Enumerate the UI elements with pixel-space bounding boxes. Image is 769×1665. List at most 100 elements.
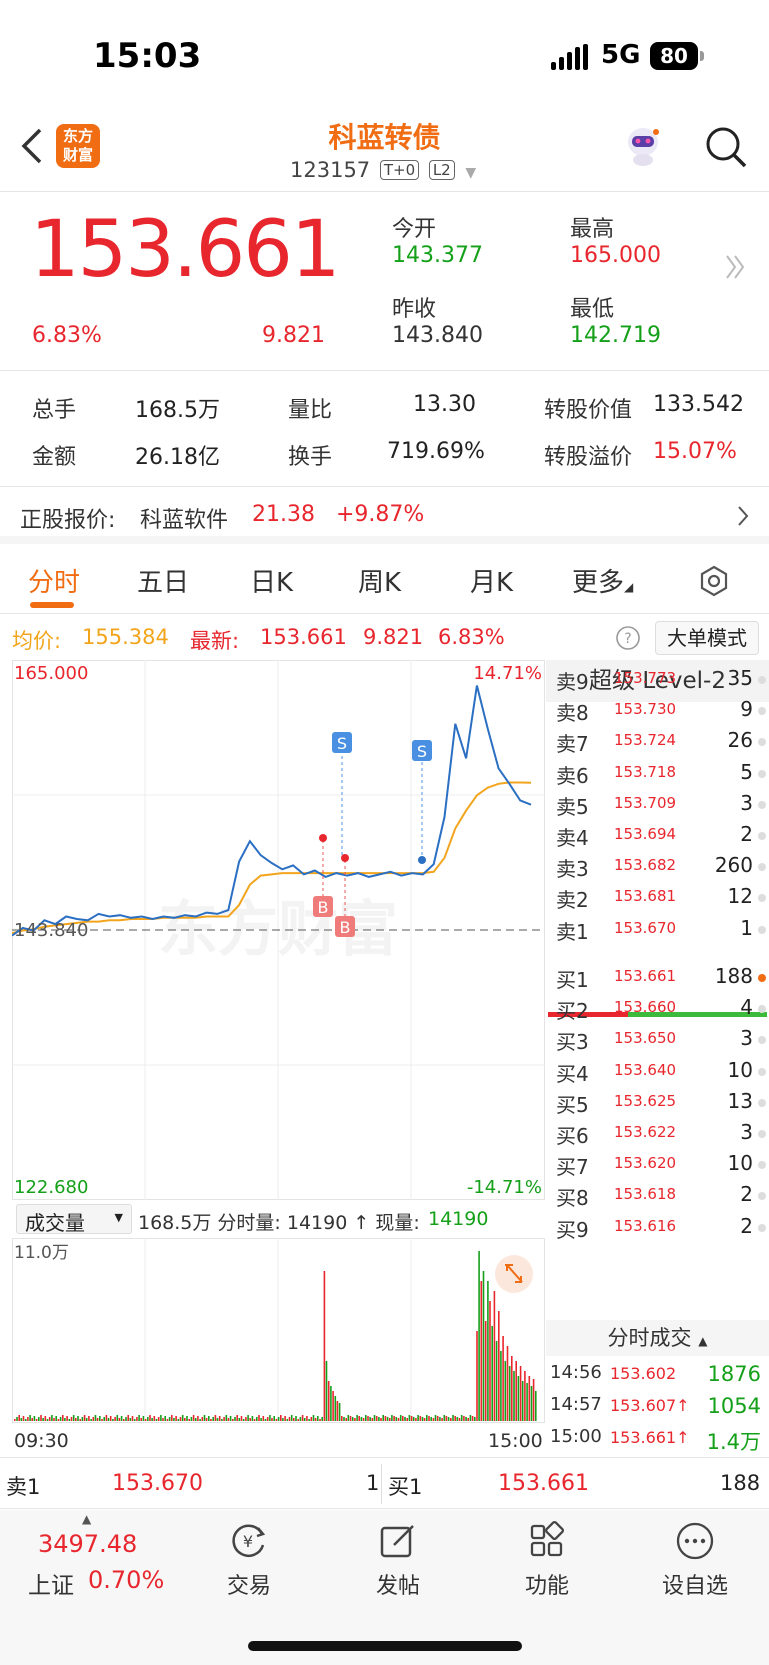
volume-bar <box>144 1419 147 1421</box>
turnover-label: 换手 <box>288 445 333 470</box>
volume-bar <box>341 1416 343 1421</box>
volume-bar <box>112 1419 114 1421</box>
trade-button[interactable]: ¥ 交易 <box>204 1520 294 1600</box>
intraday-price-chart[interactable]: 东方财富 S S B B 165.000 14.71% 143.840 122.… <box>12 660 545 1200</box>
premium-value: 15.07% <box>653 439 737 464</box>
volume-bar <box>205 1418 208 1421</box>
best-ask-label: 卖1 <box>6 1475 41 1499</box>
volume-bar <box>184 1418 186 1421</box>
ask-row[interactable]: 卖7 153.724 26 <box>546 726 769 758</box>
tab-5day[interactable]: 五日 <box>137 562 189 599</box>
volume-bar <box>408 1415 411 1421</box>
assistant-robot-icon[interactable] <box>620 122 666 168</box>
volume-bar <box>454 1416 456 1421</box>
tab-weekly-k[interactable]: 周K <box>358 562 401 599</box>
ask-row[interactable]: 卖3 153.682 260 <box>546 851 769 883</box>
volume-bar <box>343 1417 345 1421</box>
volume-bar <box>460 1415 463 1421</box>
volume-bar <box>162 1418 164 1421</box>
bid-row[interactable]: 买2 153.660 4 <box>546 993 769 1025</box>
volume-bar <box>524 1371 526 1421</box>
volume-bar <box>101 1419 103 1421</box>
battery-tip <box>700 51 704 61</box>
double-chevron-right-icon[interactable] <box>724 253 746 281</box>
security-code-row[interactable]: 123157 T+0 L2 ▼ <box>290 158 476 182</box>
trade-row: 14:56 153.602 1876 <box>546 1360 769 1392</box>
volume-bar <box>378 1417 380 1421</box>
volume-bar <box>266 1417 269 1421</box>
index-value: 3497.48 <box>38 1530 138 1558</box>
volume-bar <box>508 1366 511 1421</box>
ask-row[interactable]: 卖4 153.694 2 <box>546 820 769 852</box>
bid-price: 153.625 <box>614 1091 677 1110</box>
tab-intraday[interactable]: 分时 <box>28 562 80 599</box>
volume-chart[interactable]: 11.0万 <box>12 1238 545 1423</box>
ask-price: 153.681 <box>614 887 677 906</box>
volume-label: 总手 <box>32 398 77 423</box>
volume-bar <box>212 1417 214 1421</box>
open-label: 今开 <box>392 217 437 242</box>
volume-bar <box>201 1417 204 1421</box>
volume-bar <box>463 1416 465 1421</box>
volume-bar <box>77 1416 79 1421</box>
volume-bar <box>286 1419 289 1421</box>
bid-row[interactable]: 买9 153.616 2 <box>546 1212 769 1244</box>
volume-bar <box>380 1418 382 1421</box>
bid-row[interactable]: 买3 153.650 3 <box>546 1024 769 1056</box>
tab-monthly-k[interactable]: 月K <box>470 562 513 599</box>
volume-bar <box>293 1418 295 1421</box>
bid-qty: 10 <box>727 1057 753 1082</box>
volume-bar <box>227 1418 230 1421</box>
volume-bar <box>295 1416 297 1421</box>
index-ticker[interactable]: ▲ 3497.48 上证 0.70% <box>20 1510 164 1630</box>
volume-bar <box>251 1416 254 1421</box>
help-icon[interactable]: ? <box>614 624 642 652</box>
tab-more-label: 更多 <box>572 568 625 598</box>
volume-bar <box>33 1416 36 1421</box>
low-label: 最低 <box>570 297 615 322</box>
volume-indicator-select[interactable]: 成交量 ▼ <box>16 1204 132 1235</box>
bid-row[interactable]: 买1 153.661 188 <box>546 962 769 994</box>
ask-dot <box>758 832 766 840</box>
trade-icon: ¥ <box>232 1524 266 1558</box>
ask-row[interactable]: 卖8 153.730 9 <box>546 695 769 727</box>
volume-bar <box>55 1416 57 1421</box>
post-button[interactable]: 发帖 <box>353 1520 443 1600</box>
add-watchlist-button[interactable]: 设自选 <box>650 1520 740 1600</box>
underlying-stock-row[interactable]: 正股报价: 科蓝软件 21.38 +9.87% <box>0 488 769 544</box>
bid-price: 153.622 <box>614 1123 677 1141</box>
volume-bar <box>434 1415 437 1421</box>
volume-bar <box>421 1417 424 1421</box>
search-icon[interactable] <box>703 124 749 170</box>
bid-row[interactable]: 买6 153.622 3 <box>546 1118 769 1150</box>
volume-bar <box>210 1419 212 1421</box>
volume-bar <box>456 1417 459 1421</box>
bid-dot <box>758 1098 766 1107</box>
big-order-mode-button[interactable]: 大单模式 <box>655 621 759 655</box>
ask-row[interactable]: 卖6 153.718 5 <box>546 758 769 790</box>
ask-row[interactable]: 卖2 153.681 12 <box>546 882 769 914</box>
bid-row[interactable]: 买8 153.618 2 <box>546 1180 769 1212</box>
volume-bar <box>81 1417 84 1421</box>
low-value: 142.719 <box>570 323 661 348</box>
bid-row[interactable]: 买7 153.620 10 <box>546 1149 769 1181</box>
ask-row[interactable]: 卖9 153.773 35 <box>546 664 769 696</box>
volume-bar <box>319 1419 321 1421</box>
volume-bar <box>173 1418 175 1421</box>
bid-row[interactable]: 买5 153.625 13 <box>546 1087 769 1119</box>
tab-daily-k[interactable]: 日K <box>250 562 293 599</box>
volume-bar <box>349 1416 352 1421</box>
settings-gear-icon[interactable] <box>697 564 731 598</box>
volume-bar <box>79 1419 81 1421</box>
functions-button[interactable]: 功能 <box>502 1520 592 1600</box>
svg-text:¥: ¥ <box>243 1532 253 1551</box>
trades-header[interactable]: 分时成交 ▲ <box>546 1320 769 1356</box>
bid-row[interactable]: 买4 153.640 10 <box>546 1056 769 1088</box>
ask-row[interactable]: 卖5 153.709 3 <box>546 789 769 821</box>
volume-bar <box>391 1415 393 1421</box>
volume-bar <box>375 1416 378 1421</box>
volume-bar <box>323 1271 326 1421</box>
tab-more[interactable]: 更多◢ <box>572 562 633 599</box>
ask-row[interactable]: 卖1 153.670 1 <box>546 914 769 946</box>
volume-indicator-label: 成交量 <box>25 1211 85 1235</box>
